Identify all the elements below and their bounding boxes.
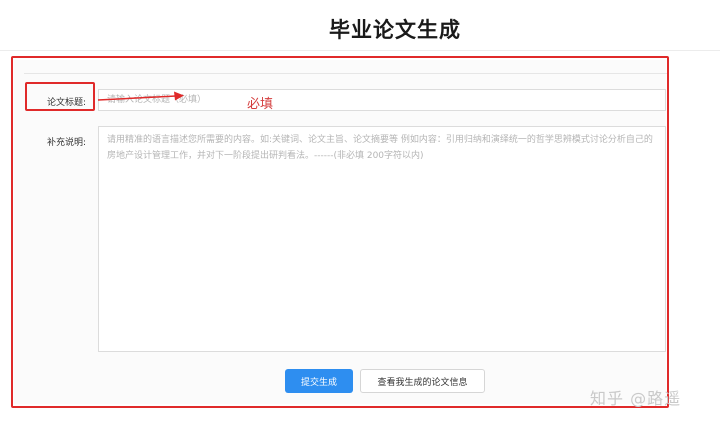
annotation-arrow-icon: [97, 91, 184, 101]
annotation-label-highlight: [25, 82, 95, 111]
header-divider: [0, 50, 720, 51]
annotation-required-note: 必填: [247, 97, 274, 112]
page-title: 毕业论文生成: [329, 18, 461, 42]
watermark: 知乎 @路遥: [590, 389, 682, 408]
